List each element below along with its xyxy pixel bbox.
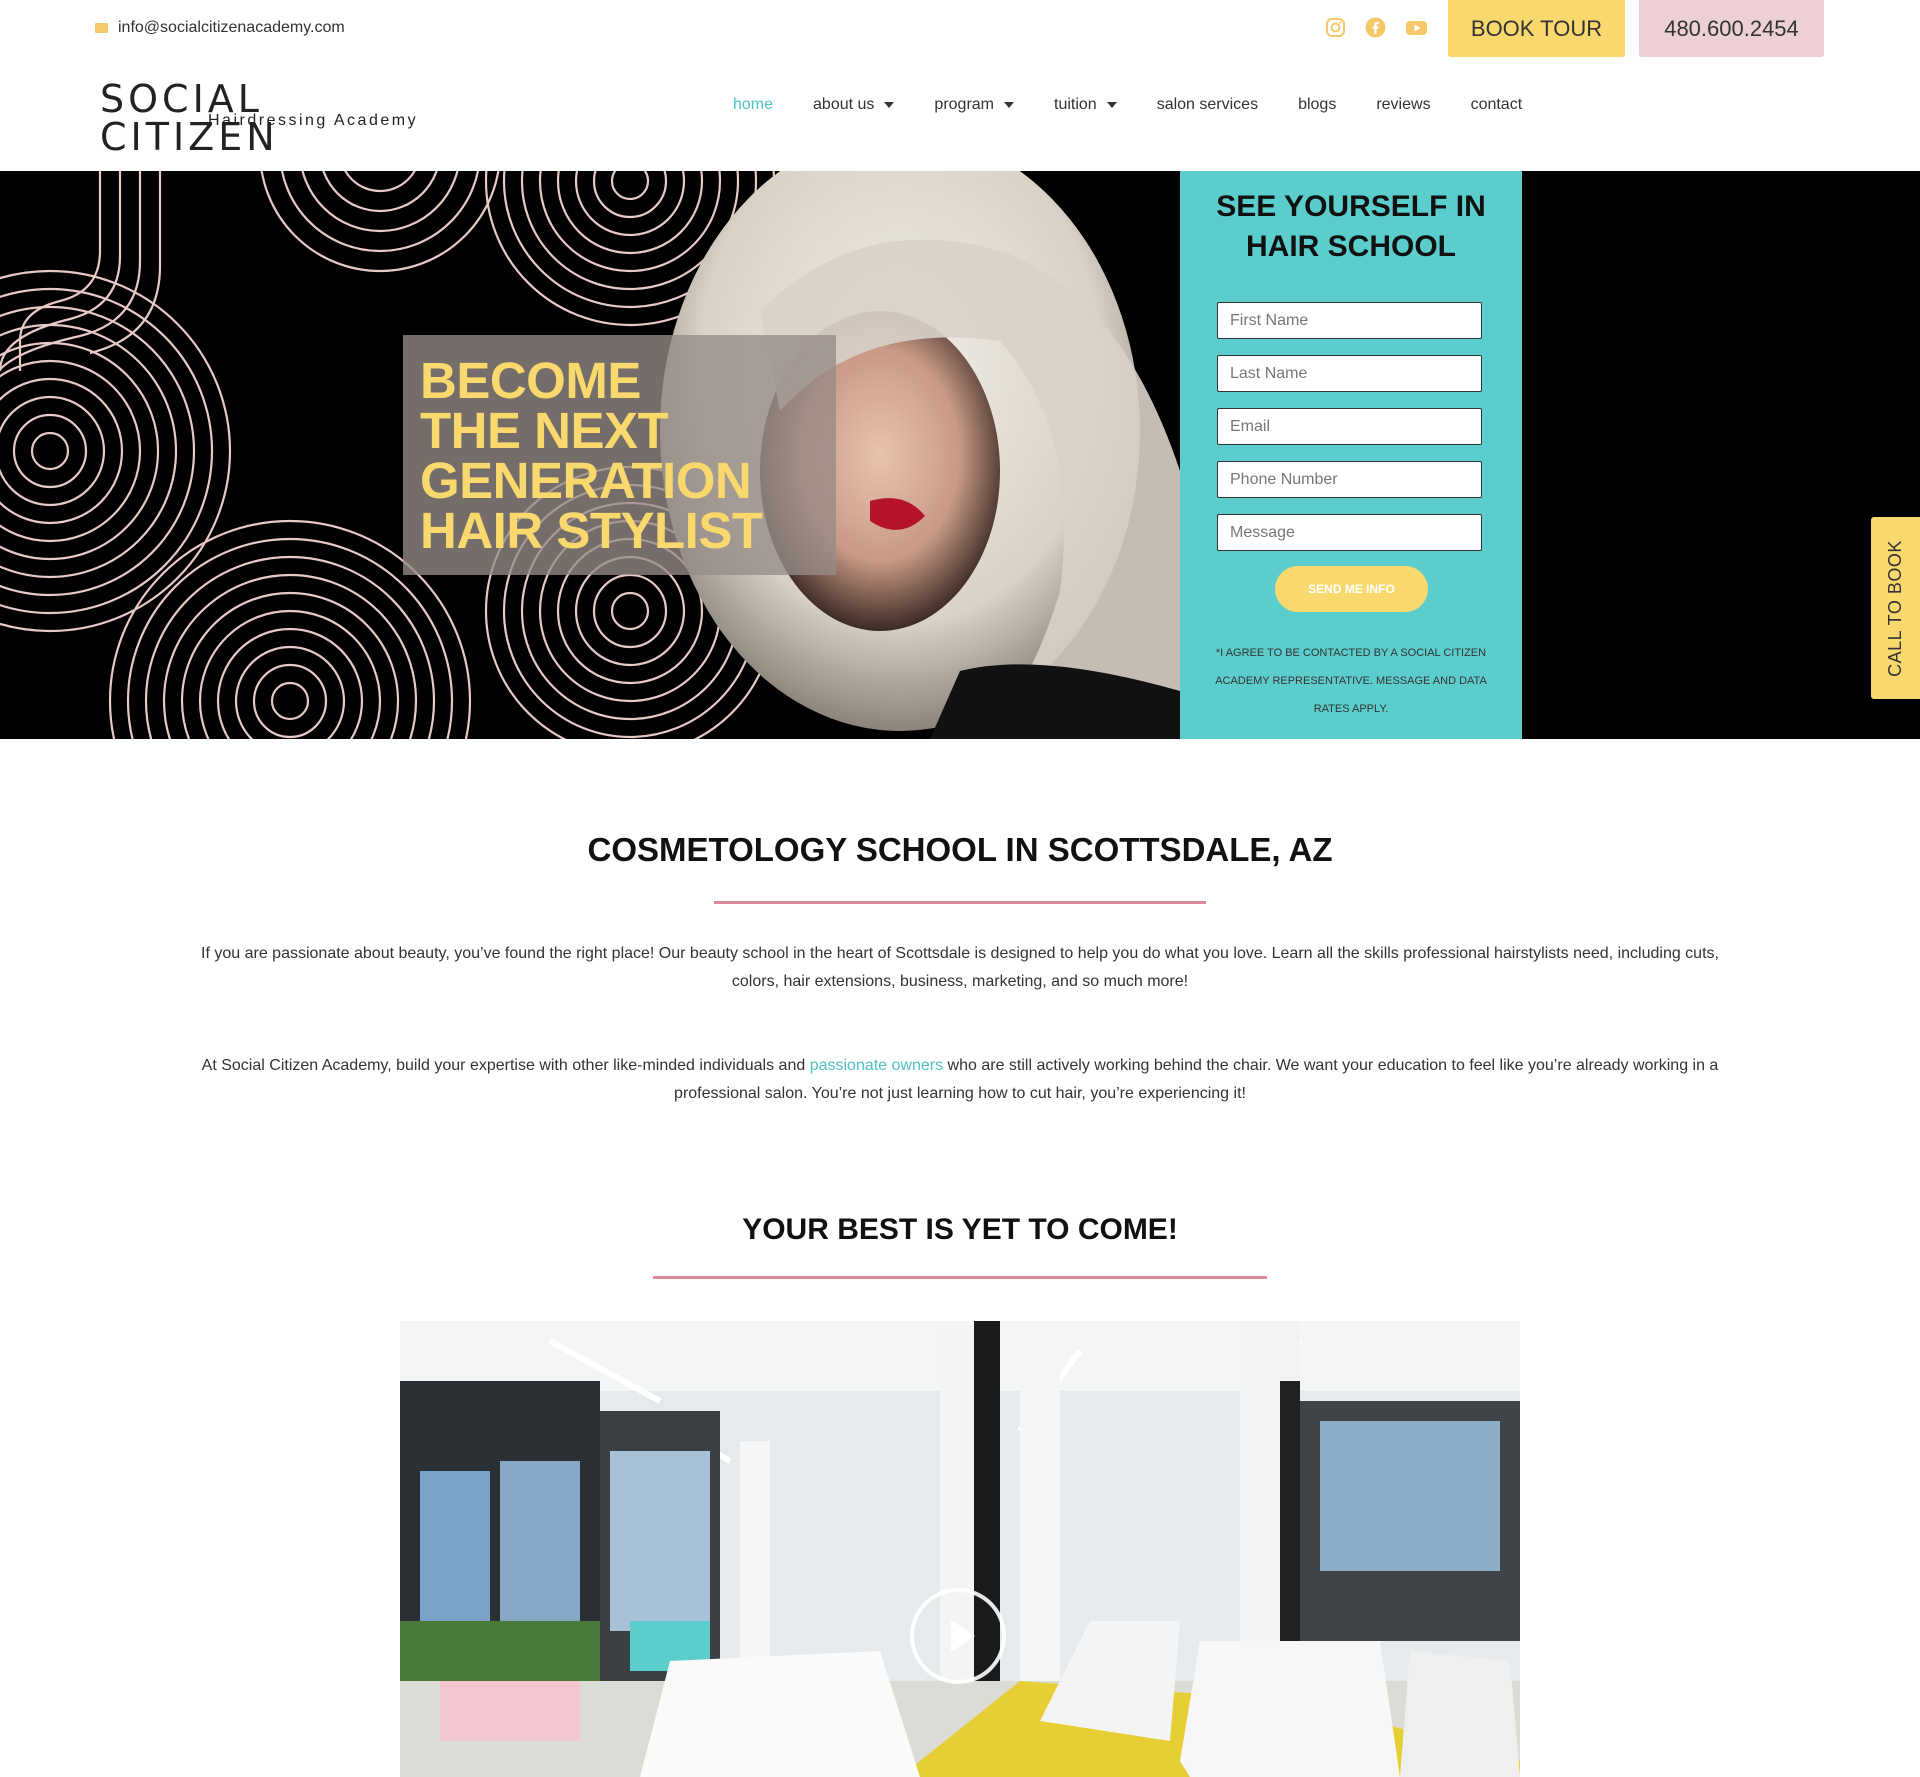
nav-reviews[interactable]: reviews [1376,95,1430,115]
salon-video[interactable] [400,1321,1520,1777]
consent-text: *I AGREE TO BE CONTACTED BY A SOCIAL CIT… [1205,639,1497,723]
nav-salon-services-label: salon services [1156,96,1259,113]
caret-down-icon [1004,102,1014,108]
instagram-icon[interactable] [1325,17,1346,38]
caret-down-icon [1106,102,1117,108]
nav-about-us[interactable]: about us [813,95,895,115]
envelope-icon [95,23,108,33]
nav-blogs[interactable]: blogs [1298,95,1336,115]
lead-form: SEE YOURSELF IN HAIR SCHOOL SEND ME INFO… [1180,171,1522,739]
nav-home[interactable]: home [733,95,773,115]
intro-paragraph-1: If you are passionate about beauty, you’… [201,945,1719,990]
youtube-icon[interactable] [1405,17,1427,38]
logo-sub-text: Hairdressing Academy [208,112,419,129]
hero-title-line: BECOME [420,352,641,409]
call-to-book-tab[interactable]: CALL TO BOOK [1871,517,1920,699]
book-tour-button[interactable]: BOOK TOUR [1448,0,1625,57]
salon-video-thumbnail [400,1321,1520,1777]
phone-button[interactable]: 480.600.2454 [1639,0,1824,57]
form-title: SEE YOURSELF IN HAIR SCHOOL [1180,187,1522,267]
best-heading: YOUR BEST IS YET TO COME! [742,1213,1178,1246]
nav-tuition[interactable]: tuition [1054,95,1117,115]
first-name-field[interactable] [1217,302,1482,339]
email-field[interactable] [1217,408,1482,445]
hero-title-line: THE NEXT [420,402,669,459]
play-icon[interactable] [910,1588,1006,1684]
best-divider [653,1276,1267,1279]
caret-down-icon [884,102,895,108]
hero-title-line: GENERATION [420,452,752,509]
last-name-field[interactable] [1217,355,1482,392]
consent-line: ACADEMY REPRESENTATIVE. MESSAGE AND DATA [1215,675,1487,687]
top-bar: info@socialcitizenacademy.com BOOK TOUR … [0,0,1920,60]
hero-title: BECOME THE NEXT GENERATION HAIR STYLIST [420,352,763,559]
phone-field[interactable] [1217,461,1482,498]
nav-tuition-label: tuition [1054,96,1097,113]
nav-home-label: home [733,96,774,113]
call-to-book-label: CALL TO BOOK [1885,539,1906,677]
intro-divider [714,901,1206,904]
consent-line: *I AGREE TO BE CONTACTED BY A SOCIAL CIT… [1215,647,1487,659]
email-text: info@socialcitizenacademy.com [118,19,345,36]
passionate-owners-link[interactable]: passionate owners [810,1057,943,1074]
email-link[interactable]: info@socialcitizenacademy.com [95,19,345,37]
nav-about-us-label: about us [813,96,875,113]
facebook-icon[interactable] [1365,17,1386,38]
nav-salon-services[interactable]: salon services [1157,95,1258,115]
nav-program[interactable]: program [934,95,1014,115]
nav-blogs-label: blogs [1298,96,1337,113]
nav-reviews-label: reviews [1376,96,1431,113]
message-field[interactable] [1217,514,1482,551]
site-logo[interactable]: SOCIAL CITIZEN Hairdressing Academy [100,80,430,156]
intro-heading: COSMETOLOGY SCHOOL IN SCOTTSDALE, AZ [587,831,1333,868]
form-title-line: SEE YOURSELF IN [1216,190,1486,223]
social-links [1325,17,1427,38]
form-title-line: HAIR SCHOOL [1246,230,1456,263]
nav-program-label: program [934,96,994,113]
send-info-button[interactable]: SEND ME INFO [1275,566,1428,612]
nav-contact[interactable]: contact [1471,95,1523,115]
hero-title-line: HAIR STYLIST [420,502,763,559]
hero-banner: BECOME THE NEXT GENERATION HAIR STYLIST … [0,171,1920,739]
intro-paragraph-2: At Social Citizen Academy, build your ex… [190,1052,1730,1108]
main-nav: home about us program tuition salon serv… [733,95,1562,115]
consent-line: RATES APPLY. [1313,703,1389,715]
intro-paragraph-2-text: At Social Citizen Academy, build your ex… [201,1057,810,1074]
nav-contact-label: contact [1470,96,1523,113]
